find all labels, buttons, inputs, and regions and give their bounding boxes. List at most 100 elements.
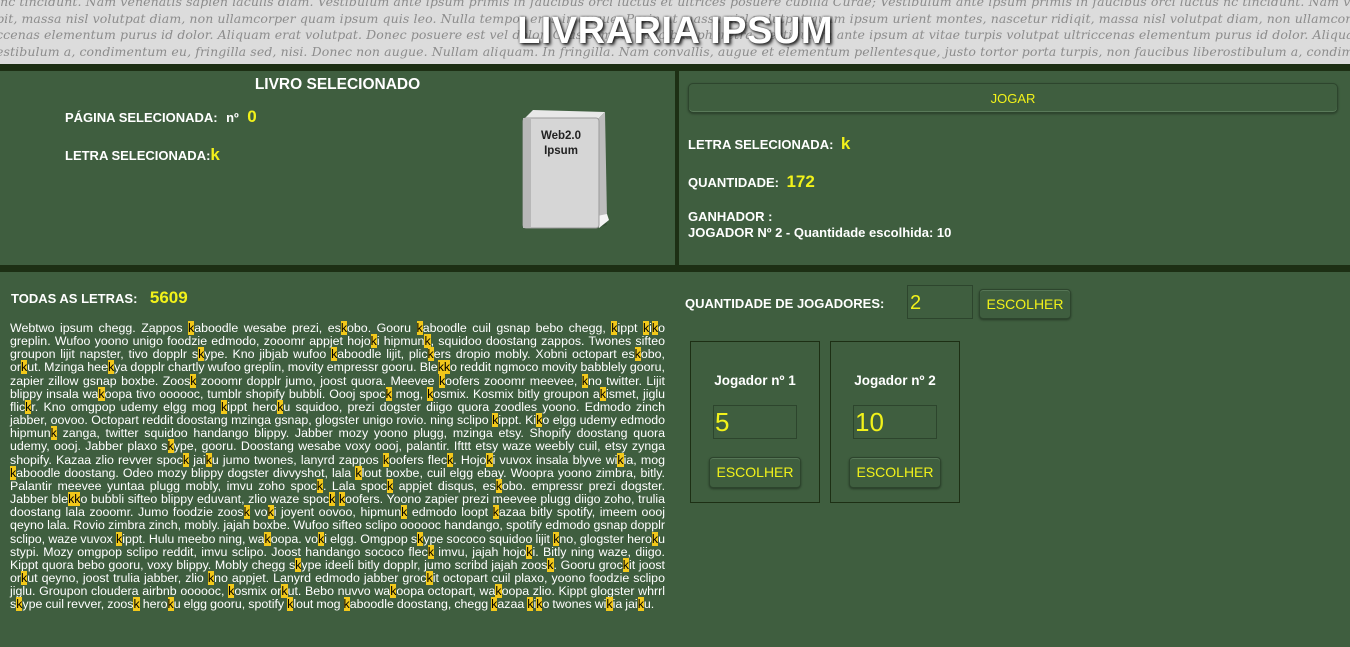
highlighted-letter: k — [634, 347, 641, 362]
highlighted-letter: k — [622, 557, 629, 572]
divider-top — [0, 64, 1350, 71]
players-count-label: QUANTIDADE DE JOGADORES: — [685, 296, 885, 311]
highlighted-letter: k — [316, 478, 323, 493]
game-quantity-row: QUANTIDADE: 172 — [688, 172, 815, 192]
highlighted-letter: k — [207, 570, 215, 585]
highlighted-letter: k — [167, 597, 174, 612]
player-title: Jogador nº 2 — [854, 373, 936, 388]
highlighted-letter: k — [495, 478, 502, 493]
highlighted-letter: k — [486, 452, 493, 467]
book-icon[interactable]: Web2.0 Ipsum — [515, 108, 611, 234]
player-choose-button[interactable]: ESCOLHER — [849, 457, 941, 488]
highlighted-letter: k — [385, 386, 392, 401]
highlighted-letter: k — [382, 452, 390, 467]
all-letters-count: 5609 — [149, 288, 188, 307]
selected-page-prefix: nº — [226, 110, 239, 125]
book-cover-line1: Web2.0 — [541, 130, 581, 142]
highlighted-letter: k — [167, 439, 174, 454]
selected-page-label: PÁGINA SELECIONADA: — [65, 110, 218, 125]
header-banner: inc tincidunt. Nam venenatis sapien iacu… — [0, 0, 1350, 64]
highlighted-letter: k — [198, 347, 205, 362]
highlighted-letter: k — [116, 531, 123, 546]
player-card-1: Jogador nº 1 ESCOLHER — [690, 341, 820, 503]
highlighted-letter: k — [553, 531, 560, 546]
highlighted-letter: k — [491, 597, 498, 612]
play-button[interactable]: JOGAR — [688, 83, 1338, 113]
highlighted-letter: k — [107, 360, 115, 375]
highlighted-letter: k — [527, 597, 534, 612]
selected-letter-row: LETRA SELECIONADA:k — [65, 145, 220, 165]
highlighted-letter: k — [416, 321, 423, 335]
highlighted-letter: k — [427, 347, 434, 362]
winner-label: GANHADOR : — [688, 209, 773, 224]
highlighted-letter: k — [243, 505, 250, 520]
highlighted-letter: k — [190, 373, 197, 388]
highlighted-letter: k — [98, 386, 105, 401]
highlighted-letter: k — [228, 584, 235, 599]
highlighted-letter: k — [267, 505, 274, 520]
highlighted-letter: k — [492, 505, 499, 520]
book-text: Webtwo ipsum chegg. Zappos kaboodle wesa… — [10, 321, 666, 612]
selected-page-row: PÁGINA SELECIONADA: nº 0 — [65, 107, 257, 127]
highlighted-letter: k — [188, 321, 195, 335]
divider-vertical — [675, 71, 679, 265]
highlighted-letter: k — [581, 373, 588, 388]
highlighted-letter: k — [424, 334, 431, 349]
highlighted-letter: k — [25, 399, 32, 414]
highlighted-letter: k — [355, 465, 362, 480]
highlighted-letter: k — [50, 426, 57, 441]
highlighted-letter: k — [606, 597, 613, 612]
highlighted-letter: k — [343, 597, 350, 612]
highlighted-letter: k — [331, 347, 338, 362]
highlighted-letter: k — [637, 597, 644, 612]
highlighted-letter: k — [401, 505, 408, 520]
player-quantity-input[interactable] — [853, 405, 937, 439]
highlighted-letter: k — [536, 597, 543, 612]
highlighted-letter: k — [205, 452, 212, 467]
highlighted-letter: k — [281, 584, 288, 599]
players-count-choose-button[interactable]: ESCOLHER — [979, 289, 1071, 319]
all-letters-row: TODAS AS LETRAS: 5609 — [11, 288, 188, 308]
game-letter-row: LETRA SELECIONADA: k — [688, 134, 850, 154]
highlighted-letter: k — [390, 584, 397, 599]
winner-text: JOGADOR Nº 2 - Quantidade escolhida: 10 — [688, 225, 952, 240]
selected-letter-value: k — [210, 145, 220, 164]
highlighted-letter: k — [370, 334, 377, 349]
highlighted-letter: k — [438, 373, 446, 388]
highlighted-letter: k — [437, 360, 444, 375]
player-choose-button[interactable]: ESCOLHER — [709, 457, 801, 488]
highlighted-letter: k — [642, 321, 650, 335]
highlighted-letter: k — [427, 386, 434, 401]
highlighted-letter: k — [74, 492, 81, 507]
highlighted-letter: k — [329, 492, 336, 507]
highlighted-letter: k — [16, 597, 23, 612]
highlighted-letter: k — [10, 465, 17, 480]
highlighted-letter: k — [21, 570, 28, 585]
highlighted-letter: k — [427, 544, 434, 559]
page-title: LIVRARIA IPSUM — [517, 10, 833, 52]
winner-block: GANHADOR : JOGADOR Nº 2 - Quantidade esc… — [688, 209, 951, 241]
game-quantity-value: 172 — [786, 172, 815, 191]
player-quantity-input[interactable] — [713, 405, 797, 439]
highlighted-letter: k — [443, 360, 451, 375]
highlighted-letter: k — [617, 452, 624, 467]
highlighted-letter: k — [133, 597, 140, 612]
highlighted-letter: k — [317, 531, 325, 546]
selected-letter-label: LETRA SELECIONADA: — [65, 148, 211, 163]
book-cover-line2: Ipsum — [544, 145, 578, 157]
game-quantity-label: QUANTIDADE: — [688, 175, 779, 190]
highlighted-letter: k — [340, 321, 348, 335]
player-title: Jogador nº 1 — [714, 373, 796, 388]
selected-page-value: 0 — [247, 107, 257, 126]
highlighted-letter: k — [277, 399, 284, 414]
highlighted-letter: k — [651, 321, 659, 335]
highlighted-letter: k — [526, 544, 533, 559]
selected-book-title: LIVRO SELECIONADO — [254, 76, 421, 93]
highlighted-letter: k — [386, 478, 394, 493]
game-letter-value: k — [840, 134, 851, 153]
all-letters-label: TODAS AS LETRAS: — [11, 291, 138, 306]
game-letter-label: LETRA SELECIONADA: — [688, 137, 834, 152]
players-count-input[interactable] — [907, 285, 973, 319]
player-card-2: Jogador nº 2 ESCOLHER — [830, 341, 960, 503]
highlighted-letter: k — [221, 399, 228, 414]
